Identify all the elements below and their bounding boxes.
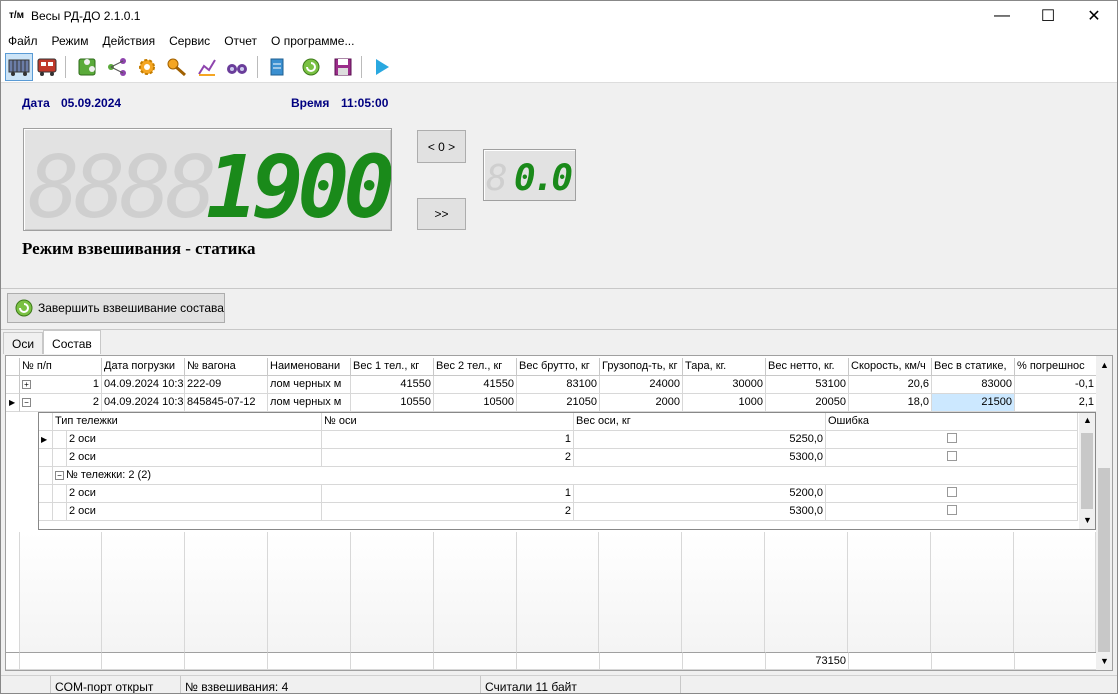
- railcar-scale-icon[interactable]: [5, 53, 33, 81]
- table-row[interactable]: ▶ −2 04.09.2024 10:3 845845-07-12 лом че…: [6, 394, 1097, 412]
- scroll-up-icon[interactable]: ▲: [1100, 360, 1109, 370]
- error-checkbox[interactable]: [946, 505, 957, 515]
- col-speed[interactable]: Скорость, км/ч: [849, 358, 932, 376]
- col-net-weight[interactable]: Вес нетто, кг.: [766, 358, 849, 376]
- minimize-button[interactable]: —: [979, 1, 1025, 31]
- col-tare[interactable]: Тара, кг.: [683, 358, 766, 376]
- refresh-icon[interactable]: [299, 55, 323, 79]
- window-title: Весы РД-ДО 2.1.0.1: [31, 9, 141, 23]
- total-net-weight: 73150: [766, 652, 849, 670]
- menu-service[interactable]: Сервис: [162, 31, 217, 51]
- divider: [1, 288, 1117, 289]
- subcol-error[interactable]: Ошибка: [826, 413, 1078, 431]
- gear-icon[interactable]: [135, 55, 159, 79]
- status-bar: COM-порт открыт № взвешивания: 4 Считали…: [1, 675, 1117, 693]
- group-row[interactable]: − № тележки: 2 (2): [53, 467, 1078, 485]
- col-cargo-name[interactable]: Наименовани: [268, 358, 351, 376]
- row-indicator-icon: ▶: [6, 394, 20, 412]
- collapse-icon[interactable]: −: [22, 397, 31, 407]
- main-window: т/м Весы РД-ДО 2.1.0.1 — ☐ ✕ Файл Режим …: [0, 0, 1118, 694]
- svg-text:8888: 8888: [28, 138, 213, 230]
- col-load-date[interactable]: Дата погрузки: [102, 358, 185, 376]
- grid-header: № п/п Дата погрузки № вагона Наименовани…: [6, 358, 1097, 376]
- app-icon: т/м: [9, 10, 25, 21]
- divider: [1, 329, 1117, 330]
- svg-text:8: 8: [486, 158, 508, 199]
- scroll-down-icon[interactable]: ▼: [1083, 515, 1092, 525]
- date-label: Дата: [22, 96, 50, 110]
- menu-report[interactable]: Отчет: [217, 31, 264, 51]
- zero-button[interactable]: < 0 >: [417, 130, 466, 163]
- scroll-up-icon[interactable]: ▲: [1083, 415, 1092, 425]
- mode-title: Режим взвешивания - статика: [22, 239, 256, 258]
- col-wagon-number[interactable]: № вагона: [185, 358, 268, 376]
- grid-scrollbar[interactable]: ▲ ▼: [1096, 356, 1112, 670]
- finish-weighing-label: Завершить взвешивание состава: [38, 301, 224, 315]
- col-number[interactable]: № п/п: [20, 358, 102, 376]
- row-indicator-icon: ▶: [39, 431, 53, 449]
- play-icon[interactable]: [369, 55, 393, 79]
- menu-mode[interactable]: Режим: [45, 31, 96, 51]
- bytes-read: Считали 11 байт: [481, 676, 681, 693]
- error-checkbox[interactable]: [946, 433, 957, 443]
- subcol-axle-number[interactable]: № оси: [322, 413, 574, 431]
- subcol-bogie-type[interactable]: Тип тележки: [53, 413, 322, 431]
- next-button[interactable]: >>: [417, 198, 466, 230]
- subcol-axle-weight[interactable]: Вес оси, кг: [574, 413, 826, 431]
- col-gross-weight[interactable]: Вес брутто, кг: [517, 358, 600, 376]
- col-static-weight[interactable]: Вес в статике,: [932, 358, 1015, 376]
- menu-bar: Файл Режим Действия Сервис Отчет О прогр…: [1, 31, 1117, 51]
- floppy-icon[interactable]: [331, 55, 355, 79]
- scroll-icon[interactable]: [265, 55, 289, 79]
- main-weight-value: 1900: [206, 138, 391, 230]
- scroll-down-icon[interactable]: ▼: [1100, 656, 1109, 666]
- binoculars-icon[interactable]: [225, 55, 249, 79]
- weighing-number: № взвешивания: 4: [181, 676, 481, 693]
- key-icon[interactable]: [165, 55, 189, 79]
- puzzle-icon[interactable]: [75, 55, 99, 79]
- error-checkbox[interactable]: [946, 487, 957, 497]
- speed-value: 0.0: [514, 158, 572, 199]
- date-value: 05.09.2024: [61, 96, 122, 110]
- menu-about[interactable]: О программе...: [264, 31, 361, 51]
- grid-footer: 73150: [6, 652, 1097, 670]
- maximize-button[interactable]: ☐: [1025, 1, 1071, 31]
- share-icon[interactable]: [105, 55, 129, 79]
- speed-display: 8 0.0: [483, 149, 576, 201]
- train-icon[interactable]: [35, 55, 59, 79]
- com-port-status: COM-порт открыт: [51, 676, 181, 693]
- time-value: 11:05:00: [341, 96, 389, 110]
- menu-file[interactable]: Файл: [1, 31, 45, 51]
- tab-axles[interactable]: Оси: [3, 332, 44, 354]
- subgrid-scrollbar[interactable]: ▲ ▼: [1079, 413, 1095, 529]
- collapse-icon[interactable]: −: [55, 470, 64, 480]
- refresh-green-icon: [15, 299, 33, 317]
- col-error-percent[interactable]: % погрешнос: [1015, 358, 1097, 376]
- time-label: Время: [291, 96, 330, 110]
- tab-strip: Оси Состав: [3, 330, 101, 354]
- error-checkbox[interactable]: [946, 451, 957, 461]
- tab-composition[interactable]: Состав: [43, 330, 101, 354]
- col-bogie2-weight[interactable]: Вес 2 тел., кг: [434, 358, 517, 376]
- main-weight-display: 8888 1900: [23, 128, 397, 238]
- axle-subgrid: Тип тележки № оси Вес оси, кг Ошибка ▶ 2…: [38, 412, 1096, 530]
- empty-grid-area: [6, 532, 1096, 652]
- expand-icon[interactable]: +: [22, 379, 31, 389]
- finish-weighing-button[interactable]: Завершить взвешивание состава: [7, 293, 225, 323]
- scroll-thumb[interactable]: [1098, 468, 1110, 652]
- close-button[interactable]: ✕: [1071, 1, 1117, 31]
- chart-icon[interactable]: [195, 55, 219, 79]
- title-bar: т/м Весы РД-ДО 2.1.0.1 — ☐ ✕: [1, 1, 1117, 31]
- col-bogie1-weight[interactable]: Вес 1 тел., кг: [351, 358, 434, 376]
- composition-grid: № п/п Дата погрузки № вагона Наименовани…: [5, 355, 1113, 671]
- table-row[interactable]: +1 04.09.2024 10:3 222-09 лом черных м 4…: [6, 376, 1097, 394]
- menu-actions[interactable]: Действия: [96, 31, 163, 51]
- toolbar: [1, 51, 1117, 83]
- col-capacity[interactable]: Грузопод-ть, кг: [600, 358, 683, 376]
- scroll-thumb[interactable]: [1081, 433, 1093, 509]
